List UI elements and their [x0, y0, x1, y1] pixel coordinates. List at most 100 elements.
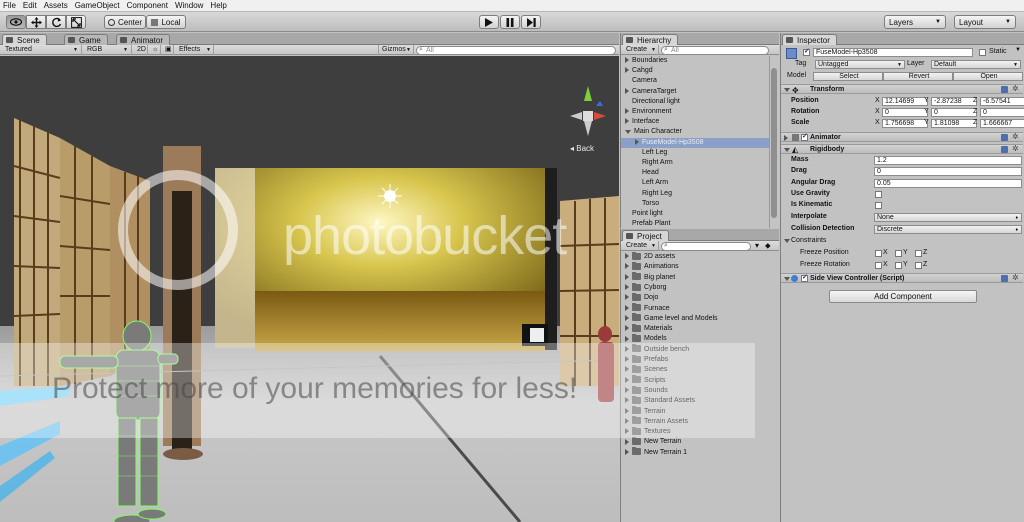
- scale-z-field[interactable]: 1.666667: [980, 119, 1024, 128]
- foldout-arrow-icon[interactable]: [784, 135, 788, 141]
- help-book-icon[interactable]: [1001, 86, 1008, 93]
- rotation-y-field[interactable]: 0: [931, 108, 977, 117]
- pivot-toggle-button[interactable]: Center: [104, 15, 146, 29]
- hierarchy-item[interactable]: Environment: [621, 107, 771, 117]
- foldout-arrow-icon[interactable]: [625, 108, 629, 115]
- tab-animator[interactable]: Animator: [116, 34, 171, 45]
- foldout-arrow-icon[interactable]: [625, 87, 629, 94]
- foldout-arrow-icon[interactable]: [625, 294, 629, 301]
- space-toggle-button[interactable]: Local: [146, 15, 186, 29]
- scale-y-axis-label[interactable]: Y: [924, 118, 929, 128]
- is-kinematic-checkbox[interactable]: [875, 202, 882, 209]
- gear-icon[interactable]: ✲: [1012, 84, 1019, 93]
- scale-y-field[interactable]: 1.81098: [931, 119, 977, 128]
- help-book-icon[interactable]: [1001, 134, 1008, 141]
- foldout-arrow-icon[interactable]: [625, 129, 631, 134]
- position-y-axis-label[interactable]: Y: [924, 96, 929, 106]
- menu-help[interactable]: Help: [210, 1, 226, 10]
- position-x-axis-label[interactable]: X: [875, 96, 880, 106]
- script-header[interactable]: Side View Controller (Script) ✲: [781, 273, 1023, 283]
- gear-icon[interactable]: ✲: [1012, 144, 1019, 153]
- position-z-field[interactable]: -6.57541: [980, 97, 1024, 106]
- scale-x-axis-label[interactable]: X: [875, 118, 880, 128]
- project-create-dropdown[interactable]: Create ▼: [623, 241, 659, 251]
- menu-window[interactable]: Window: [175, 1, 203, 10]
- revert-button[interactable]: Revert: [883, 72, 953, 81]
- project-folder[interactable]: Big planet: [621, 272, 780, 283]
- tab-scene[interactable]: Scene: [2, 34, 47, 45]
- foldout-arrow-icon[interactable]: [625, 314, 629, 321]
- foldout-arrow-icon[interactable]: [625, 438, 629, 445]
- foldout-arrow-icon[interactable]: [625, 304, 629, 311]
- freeze-rotation-x-checkbox[interactable]: [875, 262, 882, 269]
- add-component-button[interactable]: Add Component: [829, 290, 977, 303]
- script-enabled-checkbox[interactable]: [801, 273, 808, 282]
- open-button[interactable]: Open: [953, 72, 1023, 81]
- hierarchy-item[interactable]: Torso: [621, 199, 771, 209]
- use-gravity-checkbox[interactable]: [875, 191, 882, 198]
- help-book-icon[interactable]: [1001, 275, 1008, 282]
- animator-header[interactable]: Animator ✲: [781, 132, 1023, 142]
- freeze-rotation-y-checkbox[interactable]: [895, 262, 902, 269]
- hierarchy-item[interactable]: Left Arm: [621, 178, 771, 188]
- menu-gameobject[interactable]: GameObject: [75, 1, 120, 10]
- foldout-arrow-icon[interactable]: [784, 277, 790, 281]
- rotation-x-field[interactable]: 0: [882, 108, 928, 117]
- hierarchy-item[interactable]: Right Leg: [621, 189, 771, 199]
- project-folder[interactable]: Dojo: [621, 292, 780, 303]
- help-book-icon[interactable]: [1001, 146, 1008, 153]
- freeze-position-x-checkbox[interactable]: [875, 250, 882, 257]
- layout-dropdown[interactable]: Layout ▼: [954, 15, 1016, 29]
- freeze-position-y-checkbox[interactable]: [895, 250, 902, 257]
- foldout-arrow-icon[interactable]: [784, 148, 790, 152]
- hierarchy-item[interactable]: Point light: [621, 209, 771, 219]
- menu-file[interactable]: File: [3, 1, 16, 10]
- position-y-field[interactable]: -2.87238: [931, 97, 977, 106]
- hierarchy-item[interactable]: Directional light: [621, 97, 771, 107]
- transform-header[interactable]: ✥ Transform ✲: [781, 84, 1023, 95]
- rotation-x-axis-label[interactable]: X: [875, 107, 880, 117]
- foldout-arrow-icon[interactable]: [625, 335, 629, 342]
- foldout-arrow-icon[interactable]: [625, 448, 629, 455]
- gizmo-back-label[interactable]: ◂ Back: [570, 144, 594, 153]
- hierarchy-item[interactable]: Main Character: [621, 127, 771, 137]
- project-folder[interactable]: 2D assets: [621, 251, 780, 262]
- foldout-arrow-icon[interactable]: [784, 88, 790, 92]
- move-tool-button[interactable]: [26, 15, 46, 29]
- collision-detection-dropdown[interactable]: Discrete ♦: [874, 225, 1022, 234]
- rotation-z-field[interactable]: 0: [980, 108, 1024, 117]
- layers-dropdown[interactable]: Layers ▼: [884, 15, 946, 29]
- hierarchy-item[interactable]: CameraTarget: [621, 87, 771, 97]
- render-mode-dropdown[interactable]: RGB ▼: [84, 45, 132, 55]
- menu-edit[interactable]: Edit: [23, 1, 37, 10]
- rigidbody-header[interactable]: ◭ Rigidbody ✲: [781, 144, 1023, 154]
- hierarchy-item[interactable]: Cahgd: [621, 66, 771, 76]
- foldout-arrow-icon[interactable]: [625, 284, 629, 291]
- foldout-arrow-icon[interactable]: [635, 138, 639, 145]
- step-button[interactable]: [521, 15, 541, 29]
- tab-hierarchy[interactable]: Hierarchy: [622, 34, 679, 45]
- scrollbar-thumb[interactable]: [771, 68, 777, 218]
- foldout-arrow-icon[interactable]: [625, 273, 629, 280]
- foldout-arrow-icon[interactable]: [625, 253, 629, 260]
- 2d-toggle-button[interactable]: 2D: [134, 45, 148, 55]
- project-folder[interactable]: Animations: [621, 261, 780, 272]
- interpolate-dropdown[interactable]: None ♦: [874, 213, 1022, 222]
- gizmos-dropdown[interactable]: Gizmos ▼: [378, 45, 414, 55]
- effects-dropdown[interactable]: Effects ▼: [176, 45, 214, 55]
- select-button[interactable]: Select: [813, 72, 883, 81]
- hierarchy-item[interactable]: Right Arm: [621, 158, 771, 168]
- hierarchy-search-input[interactable]: All: [661, 46, 769, 55]
- dropdown-arrow-icon[interactable]: ▼: [1015, 47, 1021, 53]
- shading-mode-dropdown[interactable]: Textured ▼: [2, 45, 82, 55]
- tab-game[interactable]: Game: [64, 34, 108, 45]
- angular-drag-field[interactable]: 0.05: [874, 179, 1022, 188]
- layer-dropdown[interactable]: Default ▼: [931, 60, 1021, 69]
- scene-audio-toggle[interactable]: ▣: [162, 45, 174, 55]
- hierarchy-create-dropdown[interactable]: Create ▼: [623, 45, 659, 55]
- foldout-arrow-icon[interactable]: [625, 57, 629, 64]
- project-folder[interactable]: New Terrain 1: [621, 447, 780, 458]
- project-folder[interactable]: Cyborg: [621, 282, 780, 293]
- gear-icon[interactable]: ✲: [1012, 132, 1019, 141]
- scene-lighting-toggle[interactable]: ☼: [149, 45, 161, 55]
